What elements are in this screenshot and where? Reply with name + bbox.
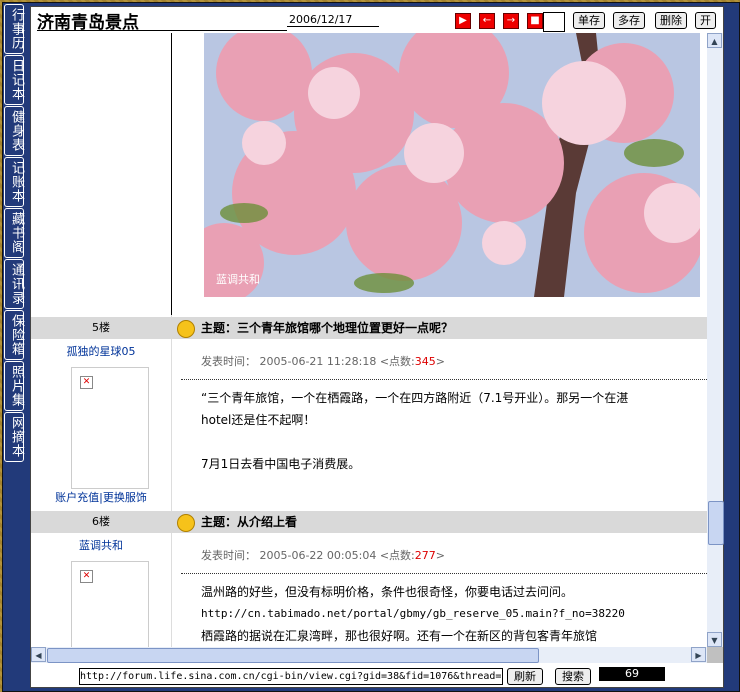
tab-ledger[interactable]: 记账本	[4, 157, 24, 207]
url-input[interactable]: http://forum.life.sina.com.cn/cgi-bin/vi…	[79, 668, 503, 685]
floor-number: 5楼	[92, 321, 110, 334]
vertical-scrollbar[interactable]: ▲ ▼	[707, 33, 724, 647]
time-label: 发表时间：	[201, 549, 256, 562]
clicks-suffix: >	[435, 355, 445, 368]
post-line: “三个青年旅馆，一个在栖霞路，一个在四方路附近（7.1号开业）。那另一个在湛	[201, 391, 629, 405]
scroll-thumb-h[interactable]	[47, 648, 539, 663]
sidebar-tabs: 行事历 日记本 健身表 记账本 藏书阁 通讯录 保险箱 照片集 网摘本	[4, 4, 26, 484]
divider	[181, 379, 707, 380]
scroll-thumb[interactable]	[708, 501, 724, 545]
click-count: 277	[414, 549, 436, 562]
broken-image-icon: ✕	[80, 570, 93, 583]
author-name[interactable]: 蓝调共和	[31, 537, 171, 553]
search-button[interactable]: 搜索	[555, 668, 591, 685]
tab-photos[interactable]: 照片集	[4, 361, 24, 411]
photo-caption: 蓝调共和	[216, 273, 260, 286]
avatar: ✕	[71, 561, 149, 647]
author-name[interactable]: 孤独的星球05	[31, 343, 171, 359]
entry-date: 2006/12/17	[287, 13, 379, 27]
post-subject: 主题：从介绍上看	[201, 515, 298, 529]
post-body: “三个青年旅馆，一个在栖霞路，一个在四方路附近（7.1号开业）。那另一个在湛 h…	[201, 387, 707, 475]
avatar: ✕	[71, 367, 149, 489]
post-time: 2005-06-22 00:05:04	[259, 549, 377, 562]
tab-contacts[interactable]: 通讯录	[4, 259, 24, 309]
account-links[interactable]: 账户充值|更换服饰	[31, 489, 171, 505]
post-header: 5楼 主题：三个青年旅馆哪个地理位置更好一点呢？	[31, 317, 707, 339]
refresh-button[interactable]: 刷新	[507, 668, 543, 685]
post-subject: 主题：三个青年旅馆哪个地理位置更好一点呢？	[201, 321, 454, 335]
cherry-blossom-photo: 蓝调共和	[204, 33, 700, 297]
tab-fitness[interactable]: 健身表	[4, 106, 24, 156]
post-line: hotel还是住不起啊！	[201, 413, 316, 427]
horizontal-scrollbar[interactable]: ◀ ▶	[31, 647, 707, 663]
post-body: 温州路的好些，但没有标明价格，条件也很奇怪，你要电话过去问问。 http://c…	[201, 581, 707, 647]
forward-icon[interactable]: →	[503, 13, 519, 29]
post-line: http://cn.tabimado.net/portal/gbmy/gb_re…	[201, 607, 625, 620]
post-line: 温州路的好些，但没有标明价格，条件也很奇怪，你要电话过去问问。	[201, 585, 574, 599]
save-multi-button[interactable]: 多存	[613, 12, 645, 29]
post-meta: 发表时间： 2005-06-21 11:28:18 <点数:345>	[201, 353, 445, 369]
color-box[interactable]	[543, 12, 565, 32]
stop-icon[interactable]: ■	[527, 13, 543, 29]
smiley-icon	[177, 514, 195, 532]
save-single-button[interactable]: 单存	[573, 12, 605, 29]
broken-image-icon: ✕	[80, 376, 93, 389]
clicks-label: <点数:	[379, 549, 415, 562]
scroll-right-icon[interactable]: ▶	[691, 647, 706, 662]
post-header: 6楼 主题：从介绍上看	[31, 511, 707, 533]
forum-content: 蓝调共和 5楼 主题：三个青年旅馆哪个地理位置更好一点呢？ 孤独的星球05 ✕ …	[31, 33, 707, 647]
divider	[181, 573, 707, 574]
smiley-icon	[177, 320, 195, 338]
scroll-down-icon[interactable]: ▼	[707, 632, 722, 647]
post-time: 2005-06-21 11:28:18	[259, 355, 377, 368]
main-window: 济南青岛景点 2006/12/17 ▶ ← → ■ 单存 多存 删除 开 蓝调共…	[30, 6, 724, 688]
scroll-left-icon[interactable]: ◀	[31, 647, 46, 662]
clicks-label: <点数:	[379, 355, 415, 368]
open-button[interactable]: 开	[695, 12, 716, 29]
page-title: 济南青岛景点	[37, 8, 287, 33]
tab-bookmarks[interactable]: 网摘本	[4, 412, 24, 462]
author-column	[31, 33, 172, 647]
address-bar: http://forum.life.sina.com.cn/cgi-bin/vi…	[31, 663, 723, 687]
photo-frame: 蓝调共和	[171, 33, 707, 315]
tab-library[interactable]: 藏书阁	[4, 208, 24, 258]
tab-calendar[interactable]: 行事历	[4, 4, 24, 54]
tab-safe[interactable]: 保险箱	[4, 310, 24, 360]
clicks-suffix: >	[435, 549, 445, 562]
post-line: 栖霞路的据说在汇泉湾畔，那也很好啊。还有一个在新区的背包客青年旅馆	[201, 629, 598, 643]
click-count: 345	[414, 355, 436, 368]
tab-diary[interactable]: 日记本	[4, 55, 24, 105]
play-icon[interactable]: ▶	[455, 13, 471, 29]
delete-button[interactable]: 删除	[655, 12, 687, 29]
title-bar: 济南青岛景点 2006/12/17 ▶ ← → ■ 单存 多存 删除 开	[31, 7, 723, 33]
back-icon[interactable]: ←	[479, 13, 495, 29]
page-counter: 69	[599, 667, 665, 681]
post-line	[201, 431, 707, 453]
floor-number: 6楼	[92, 515, 110, 528]
post-meta: 发表时间： 2005-06-22 00:05:04 <点数:277>	[201, 547, 445, 563]
post-line: 7月1日去看中国电子消费展。	[201, 457, 361, 471]
time-label: 发表时间：	[201, 355, 256, 368]
scroll-up-icon[interactable]: ▲	[707, 33, 722, 48]
